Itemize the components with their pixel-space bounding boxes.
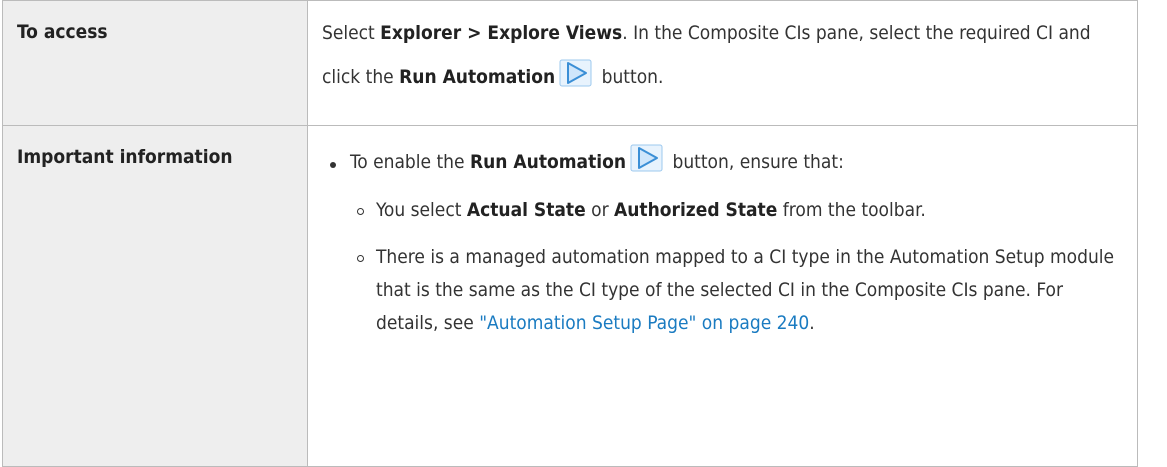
text-segment: button. bbox=[596, 66, 664, 88]
button-name: Run Automation bbox=[469, 151, 627, 173]
play-triangle-icon bbox=[559, 59, 592, 87]
text-segment: You select bbox=[376, 199, 467, 221]
button-name: Run Automation bbox=[399, 66, 556, 88]
menu-path: Explorer > Explore Views bbox=[380, 22, 623, 44]
text-segment: . bbox=[809, 312, 815, 334]
row-label-access: To access bbox=[2, 0, 308, 126]
row-content-access: Select Explorer > Explore Views. In the … bbox=[307, 0, 1138, 126]
state-name: Authorized State bbox=[614, 199, 778, 221]
info-table: To access Select Explorer > Explore View… bbox=[2, 0, 1138, 467]
state-name: Actual State bbox=[466, 199, 586, 221]
table-row-info: Important information To enable the Run … bbox=[2, 125, 1138, 467]
list-item: There is a managed automation mapped to … bbox=[350, 241, 1121, 340]
text-segment: Select bbox=[322, 22, 381, 44]
sub-bullet-list: You select Actual State or Authorized St… bbox=[350, 194, 1121, 340]
cross-reference-link[interactable]: "Automation Setup Page" on page 240 bbox=[479, 312, 809, 334]
list-item: To enable the Run Automation button, ens… bbox=[322, 140, 1121, 340]
text-segment: from the toolbar. bbox=[777, 199, 926, 221]
bullet-list: To enable the Run Automation button, ens… bbox=[322, 140, 1121, 340]
text-segment: button, ensure that: bbox=[667, 151, 844, 173]
row-content-info: To enable the Run Automation button, ens… bbox=[307, 125, 1138, 467]
row-label-info: Important information bbox=[2, 125, 308, 467]
table-row-access: To access Select Explorer > Explore View… bbox=[2, 0, 1138, 126]
play-triangle-icon bbox=[630, 144, 663, 172]
list-item: You select Actual State or Authorized St… bbox=[350, 194, 1121, 227]
text-segment: To enable the bbox=[350, 151, 470, 173]
text-segment: or bbox=[585, 199, 615, 221]
